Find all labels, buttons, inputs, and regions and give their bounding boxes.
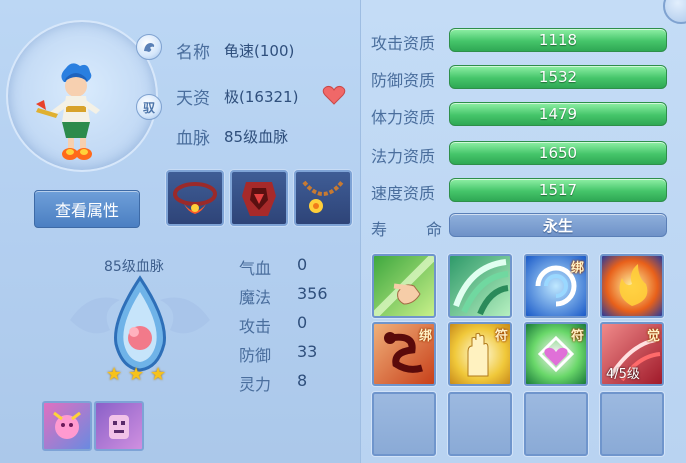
aptitude-bar-stamina: 1479 [449, 102, 667, 126]
skill-tag: 觉 [646, 329, 660, 344]
spirit-beast-icon [53, 411, 81, 439]
skill-slot-1[interactable] [372, 254, 436, 318]
star-icon: ★ [128, 364, 145, 385]
skill-slot-3[interactable]: 绑 [524, 254, 588, 318]
star-icon: ★ [150, 364, 167, 385]
name-label: 名称 [176, 43, 210, 63]
skill-tag: 符 [494, 329, 508, 344]
skill-slot-4[interactable] [600, 254, 664, 318]
equipment-slot-necklace[interactable] [294, 170, 352, 226]
skill-tag: 绑 [418, 329, 432, 344]
stat-value-mp: 356 [297, 284, 328, 303]
lifespan-bar: 永生 [449, 213, 667, 237]
skill-slot-7[interactable]: 符 [524, 322, 588, 386]
skill-tag: 绑 [570, 261, 584, 276]
pet-avatar [36, 63, 100, 160]
skill-tag: 符 [570, 329, 584, 344]
armor-icon [242, 182, 276, 216]
stat-value-hp: 0 [297, 255, 308, 274]
skill-slot-5[interactable]: 绑 [372, 322, 436, 386]
skill-slot-empty[interactable] [524, 392, 588, 456]
aptitude-label-speed: 速度资质 [371, 184, 436, 203]
aptitude-bar-magic: 1650 [449, 141, 667, 165]
equipment-slot-armor[interactable] [230, 170, 288, 226]
stat-value-attack: 0 [297, 313, 308, 332]
collar-icon [173, 182, 217, 214]
talent-label: 天资 [176, 89, 210, 109]
stat-label-attack: 攻击 [239, 317, 272, 336]
skill-slot-empty[interactable] [448, 392, 512, 456]
stat-label-mp: 魔法 [239, 288, 272, 307]
fire-burst-skill-icon [619, 264, 648, 306]
aptitude-label-attack: 攻击资质 [371, 34, 436, 53]
bloodline-item-slot-1[interactable] [42, 401, 92, 451]
dragon-icon[interactable] [136, 34, 162, 60]
skill-slot-6[interactable]: 符 [448, 322, 512, 386]
green-wind-skill-icon [453, 259, 509, 316]
pet-info-panel: 驭 名称 龟速(100) 天资 极(16321) 血脉 85级血脉 查看属性 8… [0, 0, 360, 463]
bloodline-label: 血脉 [176, 129, 210, 149]
stat-value-defense: 33 [297, 342, 318, 361]
finger-strike-skill-icon [374, 256, 434, 316]
stat-label-spirit: 灵力 [239, 375, 272, 394]
lifespan-label-a: 寿 [371, 220, 388, 239]
view-attributes-button[interactable]: 查看属性 [34, 190, 140, 228]
skill-slot-empty[interactable] [372, 392, 436, 456]
talent-value: 极(16321) [224, 88, 299, 106]
stat-value-spirit: 8 [297, 371, 308, 390]
bloodline-item-slot-2[interactable] [94, 401, 144, 451]
aptitude-bar-speed: 1517 [449, 178, 667, 202]
aptitude-label-magic: 法力资质 [371, 147, 436, 166]
star-icon: ★ [106, 364, 123, 385]
aptitude-label-stamina: 体力资质 [371, 108, 436, 127]
guardian-statue-icon [109, 415, 129, 439]
drive-icon[interactable]: 驭 [136, 94, 162, 120]
aptitude-bar-defense: 1532 [449, 65, 667, 89]
aptitude-label-defense: 防御资质 [371, 71, 436, 90]
necklace-icon [302, 180, 344, 213]
aptitude-bar-attack: 1118 [449, 28, 667, 52]
name-value: 龟速(100) [224, 42, 295, 60]
skill-slot-8[interactable]: 觉 4/5级 [600, 322, 664, 386]
heart-icon[interactable] [322, 84, 346, 106]
stat-label-defense: 防御 [239, 346, 272, 365]
bloodline-value: 85级血脉 [224, 128, 289, 146]
stat-label-hp: 气血 [239, 259, 272, 278]
skill-slot-2[interactable] [448, 254, 512, 318]
close-icon[interactable] [663, 0, 686, 24]
lifespan-label-b: 命 [426, 220, 443, 239]
skill-level-label: 4/5级 [606, 367, 640, 382]
equipment-slot-collar[interactable] [166, 170, 224, 226]
skill-slot-empty[interactable] [600, 392, 664, 456]
